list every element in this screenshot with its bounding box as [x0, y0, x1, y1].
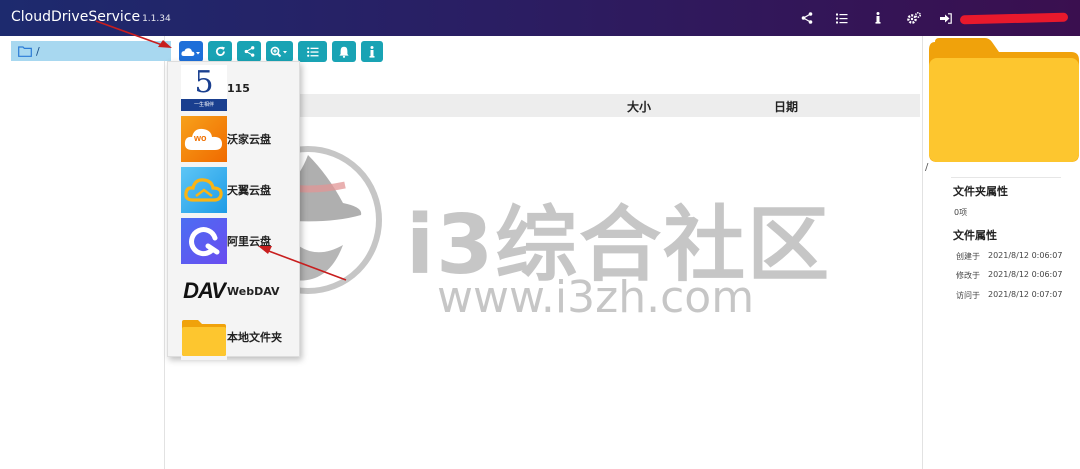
info-icon[interactable]: [870, 10, 886, 26]
info-button[interactable]: [361, 41, 383, 62]
menu-item-115[interactable]: 5 一生相伴 115: [181, 65, 299, 111]
properties-panel: / 文件夹属性 0项 文件属性 创建于 2021/8/12 0:06:07 修改…: [922, 36, 1080, 469]
top-icon-group: [799, 0, 1080, 36]
menu-item-tianyi-cloud[interactable]: 天翼云盘: [181, 167, 299, 213]
modified-value: 2021/8/12 0:06:07: [988, 270, 1063, 279]
gears-icon[interactable]: [906, 10, 922, 26]
refresh-button[interactable]: [208, 41, 232, 62]
app-version: 1.1.34: [142, 14, 171, 24]
menu-item-label: 沃家云盘: [227, 133, 271, 146]
115-logo-number: 5: [194, 65, 214, 100]
menu-item-label: 天翼云盘: [227, 184, 271, 197]
menu-item-local-folder[interactable]: 本地文件夹: [181, 314, 299, 360]
share-button[interactable]: [237, 41, 261, 62]
notifications-button[interactable]: [332, 41, 356, 62]
file-properties-heading: 文件属性: [953, 229, 997, 242]
list-view-button[interactable]: [298, 41, 327, 62]
share-icon[interactable]: [799, 10, 815, 26]
main-toolbar: [179, 41, 383, 62]
zoom-caret-icon: [270, 46, 287, 57]
created-label: 创建于: [956, 252, 980, 261]
refresh-icon: [215, 46, 225, 56]
info-icon: [369, 45, 375, 58]
menu-item-label: 本地文件夹: [227, 331, 282, 344]
menu-item-aliyun-drive[interactable]: 阿里云盘: [181, 218, 299, 264]
tree-item-root[interactable]: /: [11, 41, 171, 61]
share-icon: [244, 46, 254, 57]
menu-item-label: WebDAV: [227, 284, 280, 298]
wo-logo-text: wo: [194, 133, 207, 143]
wo-cloud-logo: wo: [181, 116, 227, 162]
app-title: CloudDriveService: [11, 9, 141, 25]
115-logo: 5 一生相伴: [181, 65, 227, 111]
webdav-logo-text: DAV: [183, 278, 226, 303]
tree-item-label: /: [36, 44, 40, 58]
top-navbar: CloudDriveService 1.1.34: [0, 0, 1080, 36]
cloud-add-dropdown-button[interactable]: [179, 41, 203, 62]
logout-icon[interactable]: [938, 10, 954, 26]
created-value: 2021/8/12 0:06:07: [988, 251, 1063, 260]
file-table-header: 大小 日期: [298, 94, 920, 117]
watermark-url: www.i3zh.com: [437, 272, 755, 323]
accessed-value: 2021/8/12 0:07:07: [988, 290, 1063, 299]
webdav-logo: DAV: [181, 268, 227, 314]
menu-item-webdav[interactable]: DAV WebDAV: [181, 268, 299, 314]
current-path: /: [925, 162, 929, 173]
column-header-size[interactable]: 大小: [627, 98, 651, 115]
app-brand[interactable]: CloudDriveService 1.1.34: [11, 9, 171, 25]
redacted-username: [959, 12, 1069, 24]
menu-item-label: 115: [227, 81, 250, 95]
menu-item-wo-cloud[interactable]: wo 沃家云盘: [181, 116, 299, 162]
list-check-icon[interactable]: [834, 10, 850, 26]
zoom-dropdown-button[interactable]: [266, 41, 293, 62]
cloud-add-dropdown-menu: 5 一生相伴 115 wo 沃家云盘 天翼云盘 阿里云盘 DAV WebDAV …: [167, 61, 300, 360]
folder-tree-panel: /: [0, 36, 171, 469]
bell-icon: [339, 46, 349, 58]
item-count: 0项: [954, 208, 968, 217]
folder-outline-icon: [18, 45, 32, 57]
local-folder-icon: [181, 314, 227, 360]
tianyi-cloud-logo: [181, 167, 227, 213]
cloud-caret-icon: [181, 47, 200, 56]
column-header-date[interactable]: 日期: [774, 98, 798, 115]
modified-label: 修改于: [956, 271, 980, 280]
accessed-label: 访问于: [956, 291, 980, 300]
folder-properties-heading: 文件夹属性: [953, 185, 1008, 198]
115-logo-tagline: 一生相伴: [181, 99, 227, 111]
divider: [951, 177, 1061, 178]
aliyun-drive-logo: [181, 218, 227, 264]
list-icon: [306, 46, 318, 57]
large-folder-icon: [929, 38, 1079, 162]
watermark-title: i3综合社区: [406, 198, 832, 293]
menu-item-label: 阿里云盘: [227, 235, 271, 248]
